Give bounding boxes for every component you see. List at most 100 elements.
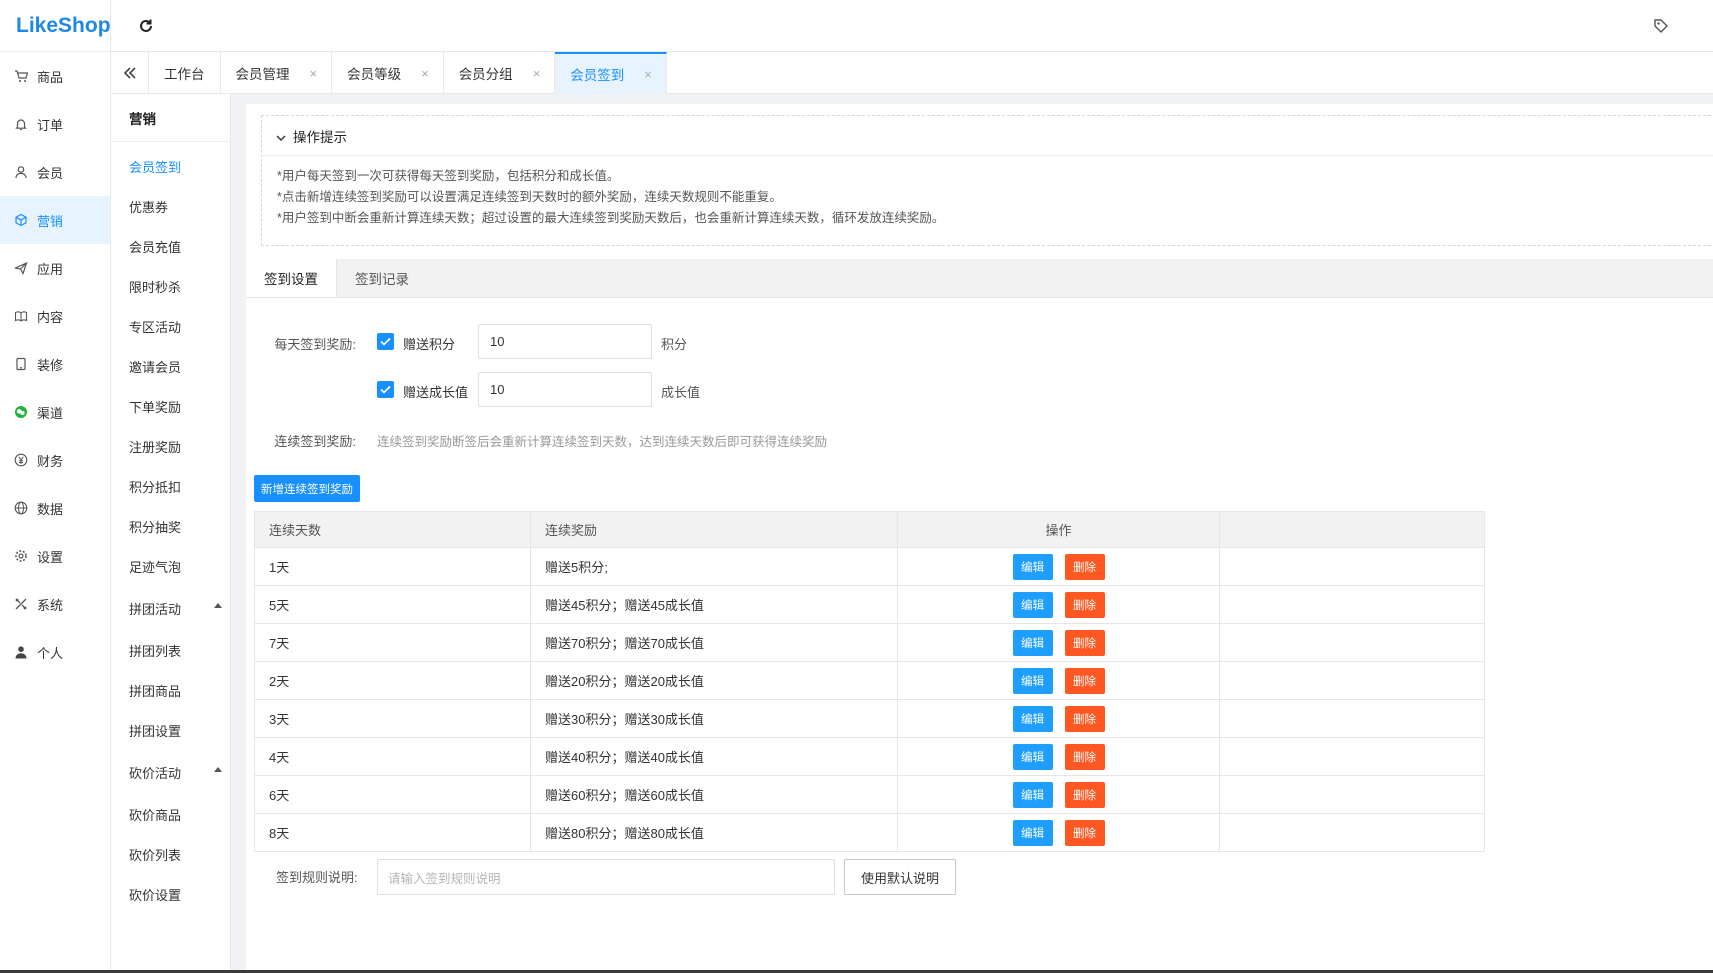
growth-unit: 成长值 <box>661 385 701 400</box>
edit-button[interactable]: 编辑 <box>1012 781 1053 808</box>
delete-button[interactable]: 删除 <box>1064 629 1105 656</box>
points-input[interactable]: 10 <box>478 324 652 359</box>
cell-actions: 编辑 删除 <box>897 585 1220 624</box>
col-blank-header <box>1219 511 1485 548</box>
delete-button[interactable]: 删除 <box>1064 667 1105 694</box>
sub-nav-item-13[interactable]: 拼团商品 <box>111 670 230 710</box>
growth-checkbox-label: 赠送成长值 <box>403 385 469 400</box>
sub-nav-item-18[interactable]: 砍价设置 <box>111 874 230 914</box>
nav-item-6[interactable]: 装修 <box>0 340 110 388</box>
sub-nav-item-5[interactable]: 邀请会员 <box>111 346 230 386</box>
cell-blank <box>1219 585 1485 624</box>
edit-button[interactable]: 编辑 <box>1012 629 1053 656</box>
sub-nav-item-7[interactable]: 注册奖励 <box>111 426 230 466</box>
edit-button[interactable]: 编辑 <box>1012 705 1053 732</box>
delete-button[interactable]: 删除 <box>1064 743 1105 770</box>
daily-reward-label: 每天签到奖励: <box>274 337 356 352</box>
close-icon[interactable]: × <box>310 66 318 81</box>
cell-blank <box>1219 737 1485 776</box>
sub-nav-item-3[interactable]: 限时秒杀 <box>111 266 230 306</box>
delete-button[interactable]: 删除 <box>1064 705 1105 732</box>
sub-nav-item-17[interactable]: 砍价列表 <box>111 834 230 874</box>
tag-icon[interactable] <box>1653 18 1669 34</box>
sub-nav-item-14[interactable]: 拼团设置 <box>111 710 230 750</box>
nav-item-label: 个人 <box>37 645 64 661</box>
nav-item-12[interactable]: 个人 <box>0 628 110 676</box>
settings-tab-0[interactable]: 签到设置 <box>246 259 337 297</box>
sub-nav-item-2[interactable]: 会员充值 <box>111 226 230 266</box>
nav-item-11[interactable]: 系统 <box>0 580 110 628</box>
nav-item-label: 会员 <box>37 165 64 181</box>
rule-input[interactable]: 请输入签到规则说明 <box>377 859 835 895</box>
nav-item-5[interactable]: 内容 <box>0 292 110 340</box>
growth-input[interactable]: 10 <box>478 372 652 407</box>
sub-nav-item-9[interactable]: 积分抽奖 <box>111 506 230 546</box>
delete-button[interactable]: 删除 <box>1064 591 1105 618</box>
sub-nav-item-4[interactable]: 专区活动 <box>111 306 230 346</box>
points-checkbox[interactable] <box>377 333 394 350</box>
collapse-menu-icon[interactable] <box>111 52 149 94</box>
rule-label: 签到规则说明: <box>276 870 358 885</box>
nav-item-3[interactable]: 营销 <box>0 196 110 244</box>
cell-days: 7天 <box>254 623 531 662</box>
page-tab-2[interactable]: 会员等级 × <box>332 52 444 94</box>
tips-header[interactable]: 操作提示 <box>262 116 1713 156</box>
edit-button[interactable]: 编辑 <box>1012 743 1053 770</box>
page-tab-4[interactable]: 会员签到 × <box>555 52 667 94</box>
sub-nav-label: 邀请会员 <box>129 359 182 375</box>
cell-actions: 编辑 删除 <box>897 775 1220 814</box>
sub-nav-item-8[interactable]: 积分抵扣 <box>111 466 230 506</box>
continuous-reward-table: 连续天数 连续奖励 操作 1天 赠送5积分; 编辑 删除 5天 赠送45积分；赠送45成长… <box>254 511 1485 852</box>
delete-button[interactable]: 删除 <box>1064 819 1105 846</box>
sub-nav-item-6[interactable]: 下单奖励 <box>111 386 230 426</box>
continuous-reward-hint: 连续签到奖励断签后会重新计算连续签到天数，达到连续天数后即可获得连续奖励 <box>377 435 828 449</box>
table-row: 2天 赠送20积分；赠送20成长值 编辑 删除 <box>254 661 1485 700</box>
sub-nav-item-1[interactable]: 优惠券 <box>111 186 230 226</box>
nav-item-label: 数据 <box>37 501 64 517</box>
page-tab-1[interactable]: 会员管理 × <box>221 52 333 94</box>
cell-reward: 赠送80积分；赠送80成长值 <box>530 813 898 852</box>
edit-button[interactable]: 编辑 <box>1012 819 1053 846</box>
chevron-down-icon <box>276 131 286 141</box>
edit-button[interactable]: 编辑 <box>1012 553 1053 580</box>
delete-button[interactable]: 删除 <box>1064 781 1105 808</box>
nav-item-10[interactable]: 设置 <box>0 532 110 580</box>
use-default-rule-button[interactable]: 使用默认说明 <box>844 859 956 895</box>
tips-lines: *用户每天签到一次可获得每天签到奖励，包括积分和成长值。 *点击新增连续签到奖励可… <box>262 156 1713 229</box>
sub-nav-label: 拼团商品 <box>129 683 182 699</box>
sub-nav-item-0[interactable]: 会员签到 <box>111 146 230 186</box>
close-icon[interactable]: × <box>644 67 652 82</box>
settings-tab-1[interactable]: 签到记录 <box>337 259 427 297</box>
close-icon[interactable]: × <box>533 66 541 81</box>
app-logo[interactable]: Like Shop <box>0 0 111 52</box>
nav-item-1[interactable]: 订单 <box>0 100 110 148</box>
sub-nav-item-12[interactable]: 拼团列表 <box>111 630 230 670</box>
nav-item-4[interactable]: 应用 <box>0 244 110 292</box>
add-continuous-reward-button[interactable]: 新增连续签到奖励 <box>254 475 360 502</box>
sub-nav-item-15[interactable]: 砍价活动 <box>111 750 230 794</box>
sub-nav-item-16[interactable]: 砍价商品 <box>111 794 230 834</box>
edit-button[interactable]: 编辑 <box>1012 667 1053 694</box>
nav-item-8[interactable]: 财务 <box>0 436 110 484</box>
nav-item-0[interactable]: 商品 <box>0 52 110 100</box>
refresh-icon[interactable] <box>137 17 155 35</box>
page-tab-0[interactable]: 工作台 <box>149 52 221 94</box>
delete-button[interactable]: 删除 <box>1064 553 1105 580</box>
page-tab-3[interactable]: 会员分组 × <box>444 52 556 94</box>
edit-button[interactable]: 编辑 <box>1012 591 1053 618</box>
close-icon[interactable]: × <box>421 66 429 81</box>
growth-checkbox[interactable] <box>377 381 394 398</box>
nav-item-2[interactable]: 会员 <box>0 148 110 196</box>
sub-nav-label: 下单奖励 <box>129 399 182 415</box>
nav-item-7[interactable]: 渠道 <box>0 388 110 436</box>
caret-up-icon <box>214 603 222 608</box>
cell-actions: 编辑 删除 <box>897 547 1220 586</box>
sub-nav-item-11[interactable]: 拼团活动 <box>111 586 230 630</box>
nav-item-label: 设置 <box>37 549 64 565</box>
sub-nav-label: 砍价设置 <box>129 887 182 903</box>
logo-prefix: Like <box>16 13 59 37</box>
sub-nav-item-10[interactable]: 足迹气泡 <box>111 546 230 586</box>
main-content: 操作提示 *用户每天签到一次可获得每天签到奖励，包括积分和成长值。 *点击新增连续… <box>231 94 1713 973</box>
nav-item-9[interactable]: 数据 <box>0 484 110 532</box>
table-body: 1天 赠送5积分; 编辑 删除 5天 赠送45积分；赠送45成长值 编辑 删除 7天 赠送70积分… <box>254 547 1485 852</box>
